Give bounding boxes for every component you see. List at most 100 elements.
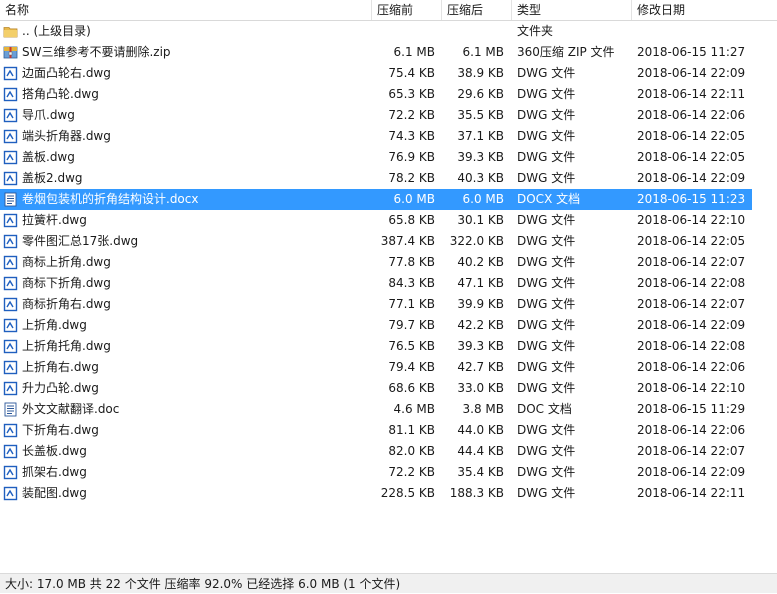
- file-original-size: 39.3 KB: [457, 339, 504, 353]
- file-original-size: 39.9 KB: [457, 297, 504, 311]
- dwg-file-icon: [3, 360, 18, 375]
- file-compressed-size: 79.7 KB: [388, 318, 435, 332]
- file-compressed-size: 72.2 KB: [388, 108, 435, 122]
- file-type: DWG 文件: [517, 465, 576, 479]
- file-row[interactable]: 商标下折角.dwg 84.3 KB 47.1 KB DWG 文件 2018-06-14 …: [0, 273, 752, 294]
- file-row[interactable]: SW三维参考不要请删除.zip 6.1 MB 6.1 MB 360压缩 ZIP 文件 2…: [0, 42, 752, 63]
- file-modified-date: 2018-06-14 22:08: [637, 276, 746, 290]
- column-compressed-header[interactable]: 压缩前: [372, 0, 442, 20]
- file-row[interactable]: 商标上折角.dwg 77.8 KB 40.2 KB DWG 文件 2018-06-14 …: [0, 252, 752, 273]
- file-row[interactable]: 上折角托角.dwg 76.5 KB 39.3 KB DWG 文件 2018-06-14 …: [0, 336, 752, 357]
- file-name: 零件图汇总17张.dwg: [22, 234, 139, 248]
- file-row[interactable]: 端头折角器.dwg 74.3 KB 37.1 KB DWG 文件 2018-06-14 …: [0, 126, 752, 147]
- file-modified-date: 2018-06-14 22:10: [637, 381, 746, 395]
- folder-icon: [3, 24, 18, 39]
- file-row[interactable]: 外文文献翻译.doc 4.6 MB 3.8 MB DOC 文档 2018-06-15 1…: [0, 399, 752, 420]
- file-row[interactable]: 抓架右.dwg 72.2 KB 35.4 KB DWG 文件 2018-06-14 22…: [0, 462, 752, 483]
- file-original-size: 29.6 KB: [457, 87, 504, 101]
- file-name: 外文文献翻译.doc: [22, 402, 120, 416]
- file-compressed-size: 6.0 MB: [393, 192, 435, 206]
- file-row[interactable]: 卷烟包装机的折角结构设计.docx 6.0 MB 6.0 MB DOCX 文档 2018…: [0, 189, 752, 210]
- file-modified-date: 2018-06-14 22:05: [637, 150, 746, 164]
- dwg-file-icon: [3, 171, 18, 186]
- dwg-file-icon: [3, 255, 18, 270]
- file-row[interactable]: 盖板.dwg 76.9 KB 39.3 KB DWG 文件 2018-06-14 22:…: [0, 147, 752, 168]
- file-original-size: 47.1 KB: [457, 276, 504, 290]
- file-type: DWG 文件: [517, 234, 576, 248]
- file-row[interactable]: 下折角右.dwg 81.1 KB 44.0 KB DWG 文件 2018-06-14 2…: [0, 420, 752, 441]
- file-row[interactable]: .. (上级目录) 文件夹: [0, 21, 752, 42]
- file-row[interactable]: 商标折角右.dwg 77.1 KB 39.9 KB DWG 文件 2018-06-14 …: [0, 294, 752, 315]
- file-modified-date: 2018-06-14 22:07: [637, 444, 746, 458]
- file-compressed-size: 82.0 KB: [388, 444, 435, 458]
- file-original-size: 42.2 KB: [457, 318, 504, 332]
- file-original-size: 39.3 KB: [457, 150, 504, 164]
- file-row[interactable]: 上折角.dwg 79.7 KB 42.2 KB DWG 文件 2018-06-14 22…: [0, 315, 752, 336]
- dwg-file-icon: [3, 129, 18, 144]
- file-modified-date: 2018-06-14 22:07: [637, 255, 746, 269]
- file-modified-date: 2018-06-14 22:06: [637, 423, 746, 437]
- file-compressed-size: 65.8 KB: [388, 213, 435, 227]
- file-modified-date: 2018-06-14 22:11: [637, 486, 746, 500]
- file-row[interactable]: 上折角右.dwg 79.4 KB 42.7 KB DWG 文件 2018-06-14 2…: [0, 357, 752, 378]
- dwg-file-icon: [3, 381, 18, 396]
- file-row[interactable]: 边面凸轮右.dwg 75.4 KB 38.9 KB DWG 文件 2018-06-14 …: [0, 63, 752, 84]
- column-name-header[interactable]: 名称: [0, 0, 372, 20]
- file-row[interactable]: 零件图汇总17张.dwg 387.4 KB 322.0 KB DWG 文件 2018-0…: [0, 231, 752, 252]
- file-name: 商标下折角.dwg: [22, 276, 111, 290]
- file-name: 抓架右.dwg: [22, 465, 87, 479]
- file-name: 盖板2.dwg: [22, 171, 83, 185]
- file-name: 边面凸轮右.dwg: [22, 66, 111, 80]
- file-row[interactable]: 盖板2.dwg 78.2 KB 40.3 KB DWG 文件 2018-06-14 22…: [0, 168, 752, 189]
- file-type: DWG 文件: [517, 150, 576, 164]
- file-original-size: [440, 21, 504, 42]
- zip-archive-icon: [3, 45, 18, 60]
- file-compressed-size: 79.4 KB: [388, 360, 435, 374]
- file-type: DOCX 文档: [517, 192, 581, 206]
- file-type: DWG 文件: [517, 108, 576, 122]
- file-original-size: 30.1 KB: [457, 213, 504, 227]
- file-row[interactable]: 搭角凸轮.dwg 65.3 KB 29.6 KB DWG 文件 2018-06-14 2…: [0, 84, 752, 105]
- file-row[interactable]: 装配图.dwg 228.5 KB 188.3 KB DWG 文件 2018-06-14 …: [0, 483, 752, 504]
- file-name: .. (上级目录): [22, 24, 91, 38]
- dwg-file-icon: [3, 150, 18, 165]
- file-original-size: 44.0 KB: [457, 423, 504, 437]
- column-modified-header[interactable]: 修改日期: [632, 0, 777, 20]
- file-compressed-size: 72.2 KB: [388, 465, 435, 479]
- file-row[interactable]: 长盖板.dwg 82.0 KB 44.4 KB DWG 文件 2018-06-14 22…: [0, 441, 752, 462]
- file-type: DWG 文件: [517, 297, 576, 311]
- dwg-file-icon: [3, 213, 18, 228]
- file-name: 长盖板.dwg: [22, 444, 87, 458]
- file-modified-date: 2018-06-14 22:10: [637, 213, 746, 227]
- file-compressed-size: 387.4 KB: [380, 234, 435, 248]
- file-original-size: 6.1 MB: [462, 45, 504, 59]
- dwg-file-icon: [3, 108, 18, 123]
- dwg-file-icon: [3, 444, 18, 459]
- file-original-size: 35.5 KB: [457, 108, 504, 122]
- file-modified-date: 2018-06-14 22:09: [637, 318, 746, 332]
- file-name: 盖板.dwg: [22, 150, 75, 164]
- file-row[interactable]: 拉簧杆.dwg 65.8 KB 30.1 KB DWG 文件 2018-06-14 22…: [0, 210, 752, 231]
- dwg-file-icon: [3, 423, 18, 438]
- file-type: DWG 文件: [517, 423, 576, 437]
- file-name: 卷烟包装机的折角结构设计.docx: [22, 192, 199, 206]
- file-type: 360压缩 ZIP 文件: [517, 45, 615, 59]
- file-row[interactable]: 升力凸轮.dwg 68.6 KB 33.0 KB DWG 文件 2018-06-14 2…: [0, 378, 752, 399]
- dwg-file-icon: [3, 87, 18, 102]
- file-type: DWG 文件: [517, 276, 576, 290]
- file-original-size: 3.8 MB: [462, 402, 504, 416]
- file-modified-date: 2018-06-14 22:09: [637, 66, 746, 80]
- file-row[interactable]: 导爪.dwg 72.2 KB 35.5 KB DWG 文件 2018-06-14 22:…: [0, 105, 752, 126]
- file-compressed-size: 81.1 KB: [388, 423, 435, 437]
- column-original-header[interactable]: 压缩后: [442, 0, 512, 20]
- file-compressed-size: 65.3 KB: [388, 87, 435, 101]
- file-name: 拉簧杆.dwg: [22, 213, 87, 227]
- file-modified-date: 2018-06-15 11:29: [637, 402, 746, 416]
- file-original-size: 38.9 KB: [457, 66, 504, 80]
- file-modified-date: 2018-06-15 11:27: [637, 45, 746, 59]
- dwg-file-icon: [3, 234, 18, 249]
- file-original-size: 188.3 KB: [449, 486, 504, 500]
- file-original-size: 6.0 MB: [462, 192, 504, 206]
- column-type-header[interactable]: 类型: [512, 0, 632, 20]
- file-original-size: 40.2 KB: [457, 255, 504, 269]
